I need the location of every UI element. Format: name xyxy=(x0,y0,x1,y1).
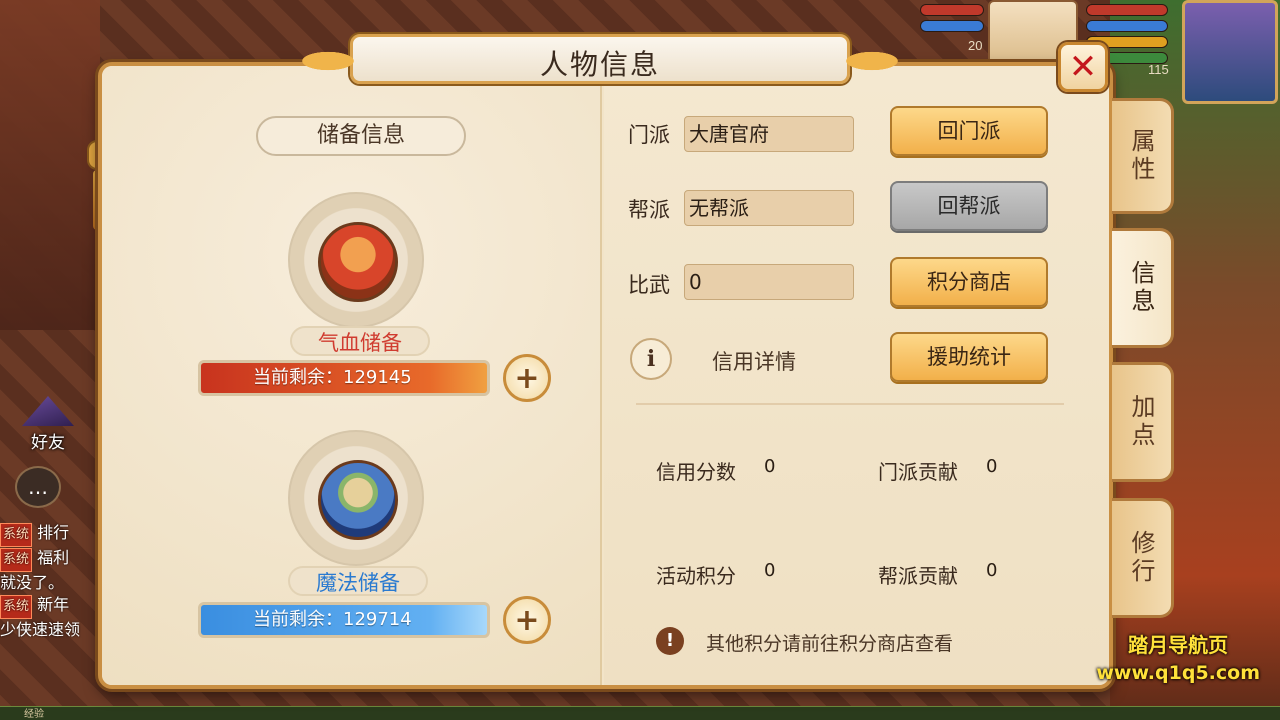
hp-reserve-icon-frame xyxy=(288,192,424,328)
chat-line: 系统 新年 xyxy=(0,594,110,619)
hp-reserve-label: 气血储备 xyxy=(290,326,430,356)
chat-tag: 系统 xyxy=(0,523,33,547)
chat-line: 就没了。 xyxy=(0,572,110,594)
return-sect-button[interactable]: 回门派 xyxy=(890,106,1048,156)
chat-text: 新年 xyxy=(37,595,70,614)
friend-button[interactable]: 好友 xyxy=(18,396,78,453)
return-guild-button[interactable]: 回帮派 xyxy=(890,181,1048,231)
page-title: 人物信息 xyxy=(539,48,660,81)
tab-cultivation[interactable]: 修行 xyxy=(1112,498,1174,618)
guild-contribution-label: 帮派贡献 xyxy=(878,564,958,588)
pet-hp-bar xyxy=(920,4,984,16)
tab-attributes[interactable]: 属性 xyxy=(1112,98,1174,214)
sect-label: 门派 xyxy=(628,123,670,147)
experience-bar xyxy=(0,706,1280,720)
chat-bubble-icon[interactable]: … xyxy=(15,466,61,508)
watermark-title: 踏月导航页 xyxy=(1128,633,1229,657)
arena-label: 比武 xyxy=(628,273,670,297)
player-hp-bar xyxy=(1086,4,1168,16)
mp-bowl-icon xyxy=(318,460,398,540)
friend-label: 好友 xyxy=(31,433,65,453)
plus-icon: + xyxy=(514,602,540,638)
hp-bowl-icon xyxy=(318,222,398,302)
chat-text: 排行 xyxy=(37,523,70,542)
points-shop-note: 其他积分请前往积分商店查看 xyxy=(706,633,954,655)
friend-icon xyxy=(22,396,74,426)
scene-building-left xyxy=(0,0,100,330)
player-mp-bar xyxy=(1086,20,1168,32)
close-button[interactable]: ✕ xyxy=(1058,42,1108,92)
chat-log: 系统 排行 系统 福利 就没了。 系统 新年 少侠速速领 xyxy=(0,522,110,641)
info-icon[interactable]: i xyxy=(630,338,672,380)
chat-text: 福利 xyxy=(37,548,70,567)
chat-line: 系统 排行 xyxy=(0,522,110,547)
pet-mp-bar xyxy=(920,20,984,32)
credit-details-link[interactable]: 信用详情 xyxy=(712,346,796,376)
sect-field: 大唐官府 xyxy=(684,116,854,152)
arena-field: 0 xyxy=(684,264,854,300)
divider xyxy=(636,403,1064,405)
chat-text: 就没了。 xyxy=(0,573,65,592)
player-portrait[interactable] xyxy=(1182,0,1278,104)
watermark: 踏月导航页 www.q1q5.com xyxy=(1096,629,1260,684)
activity-points-label: 活动积分 xyxy=(656,564,736,588)
guild-field: 无帮派 xyxy=(684,190,854,226)
sect-contribution-value: 0 xyxy=(986,456,998,477)
points-shop-button[interactable]: 积分商店 xyxy=(890,257,1048,307)
close-icon: ✕ xyxy=(1068,47,1098,87)
exp-label: 经验 xyxy=(24,709,44,720)
mp-reserve-label: 魔法储备 xyxy=(288,566,428,596)
watermark-url: www.q1q5.com xyxy=(1096,662,1260,684)
hp-reserve-add-button[interactable]: + xyxy=(503,354,551,402)
chat-text: 少侠速速领 xyxy=(0,620,81,639)
credit-score-label: 信用分数 xyxy=(656,460,736,484)
exclamation-icon: ! xyxy=(656,627,684,655)
mp-reserve-bar: 当前剩余：129714 xyxy=(198,602,490,638)
player-level: 115 xyxy=(1148,62,1169,77)
guild-contribution-value: 0 xyxy=(986,560,998,581)
chat-line: 系统 福利 xyxy=(0,547,110,572)
reserve-section-title: 储备信息 xyxy=(256,116,466,156)
chat-tag: 系统 xyxy=(0,595,33,619)
credit-score-value: 0 xyxy=(764,456,776,477)
pet-level: 20 xyxy=(968,38,983,53)
assist-stats-button[interactable]: 援助统计 xyxy=(890,332,1048,382)
hp-reserve-bar: 当前剩余：129145 xyxy=(198,360,490,396)
tab-info[interactable]: 信息 xyxy=(1112,228,1174,348)
tab-add-points[interactable]: 加点 xyxy=(1112,362,1174,482)
activity-points-value: 0 xyxy=(764,560,776,581)
plus-icon: + xyxy=(514,360,540,396)
chat-line: 少侠速速领 xyxy=(0,619,110,641)
guild-label: 帮派 xyxy=(628,198,670,222)
mp-reserve-add-button[interactable]: + xyxy=(503,596,551,644)
sect-contribution-label: 门派贡献 xyxy=(878,460,958,484)
title-banner: 人物信息 xyxy=(283,34,917,84)
mp-reserve-icon-frame xyxy=(288,430,424,566)
chat-tag: 系统 xyxy=(0,548,33,572)
